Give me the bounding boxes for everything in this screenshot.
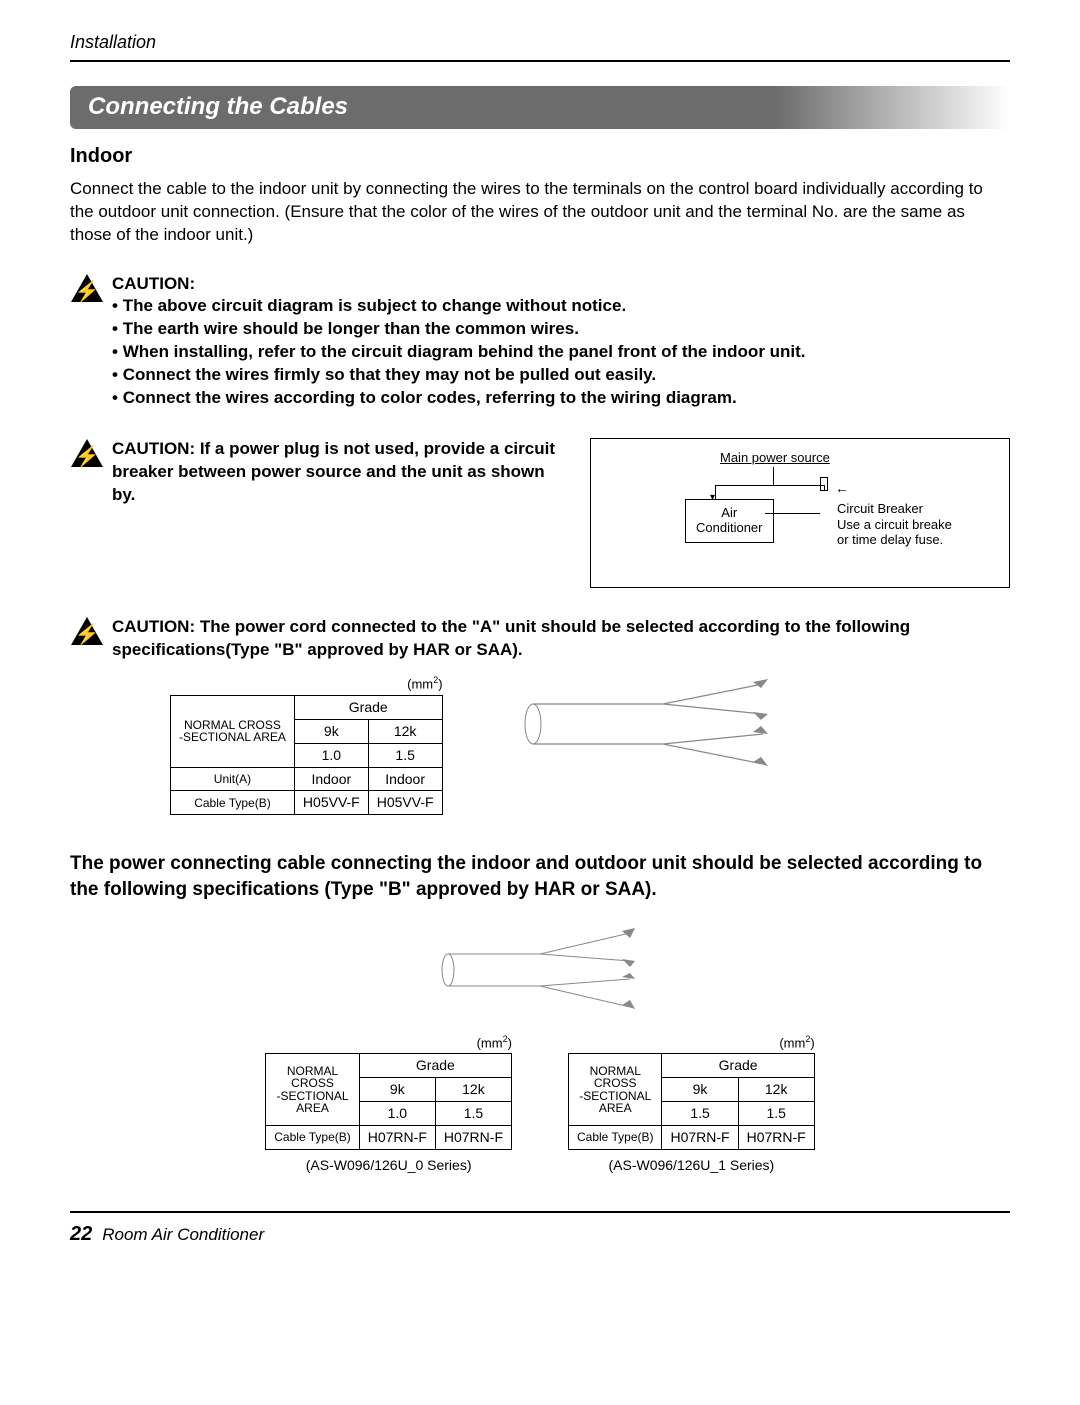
page-number: 22 <box>70 1221 92 1248</box>
t2-v1: 1.0 <box>359 1102 435 1126</box>
unit-mm2: (mm2) <box>265 1033 512 1052</box>
caution-block-1: ⚡ CAUTION: The above circuit diagram is … <box>70 273 1010 411</box>
diagram-ac-l1: Air <box>721 505 737 520</box>
t3-c1: 9k <box>662 1078 738 1102</box>
svg-text:⚡: ⚡ <box>75 444 100 468</box>
caution3-text: CAUTION: The power cord connected to the… <box>112 616 1010 662</box>
t2-cable-lbl: Cable Type(B) <box>266 1126 359 1150</box>
t1-rowlbl-l2: -SECTIONAL AREA <box>179 730 286 744</box>
caution2-text: CAUTION: If a power plug is not used, pr… <box>112 438 560 507</box>
caution-row-2: ⚡ CAUTION: If a power plug is not used, … <box>70 438 1010 588</box>
t1-cable-v1: H05VV-F <box>294 791 368 815</box>
table2-wrap: (mm2) NORMALCROSS-SECTIONALAREA Grade 9k… <box>265 1033 512 1175</box>
t3-rl4: AREA <box>599 1101 632 1115</box>
table3-wrap: (mm2) NORMALCROSS-SECTIONALAREA Grade 9k… <box>568 1033 815 1175</box>
diagram-ac-box: Air Conditioner <box>685 499 774 543</box>
t2-rl4: AREA <box>296 1101 329 1115</box>
warning-icon: ⚡ <box>70 438 104 468</box>
diagram-breaker-l2: Use a circuit breake <box>837 517 952 532</box>
svg-text:⚡: ⚡ <box>75 622 100 646</box>
t1-cable-v2: H05VV-F <box>368 791 442 815</box>
cable-illustration <box>523 674 783 774</box>
t3-cable-v1: H07RN-F <box>662 1126 738 1150</box>
t2-cable-v2: H07RN-F <box>435 1126 511 1150</box>
warning-icon: ⚡ <box>70 273 104 303</box>
diagram-main-power-label: Main power source <box>720 449 830 467</box>
indoor-paragraph: Connect the cable to the indoor unit by … <box>70 178 1010 247</box>
page-footer: 22 Room Air Conditioner <box>70 1211 1010 1248</box>
t3-v1: 1.5 <box>662 1102 738 1126</box>
t1-v1: 1.0 <box>294 743 368 767</box>
t3-grade: Grade <box>662 1054 814 1078</box>
spec-table-3: NORMALCROSS-SECTIONALAREA Grade 9k12k 1.… <box>568 1053 815 1150</box>
t2-grade: Grade <box>359 1054 511 1078</box>
caution1-item: When installing, refer to the circuit di… <box>112 341 806 364</box>
t1-c1: 9k <box>294 719 368 743</box>
caution1-item: Connect the wires firmly so that they ma… <box>112 364 806 387</box>
diagram-breaker-symbol <box>820 477 828 491</box>
svg-text:⚡: ⚡ <box>75 279 100 303</box>
caution1-item: The earth wire should be longer than the… <box>112 318 806 341</box>
circuit-diagram: Main power source ▾ Air Conditioner ← Ci… <box>590 438 1010 588</box>
table1-wrap: (mm2) NORMAL CROSS-SECTIONAL AREA Grade … <box>170 674 443 815</box>
diagram-breaker-l3: or time delay fuse. <box>837 532 943 547</box>
footer-title: Room Air Conditioner <box>102 1224 264 1247</box>
indoor-heading: Indoor <box>70 143 1010 170</box>
t3-c2: 12k <box>738 1078 814 1102</box>
spec-table-2: NORMALCROSS-SECTIONALAREA Grade 9k12k 1.… <box>265 1053 512 1150</box>
t2-c1: 9k <box>359 1078 435 1102</box>
warning-icon: ⚡ <box>70 616 104 646</box>
cable-illustration-bottom <box>440 925 640 1015</box>
unit-mm2: (mm2) <box>568 1033 815 1052</box>
t1-unit-lbl: Unit(A) <box>171 767 295 791</box>
spec-table-1: NORMAL CROSS-SECTIONAL AREA Grade 9k12k … <box>170 695 443 815</box>
series-label-0: (AS-W096/126U_0 Series) <box>265 1156 512 1175</box>
middle-bold-paragraph: The power connecting cable connecting th… <box>70 851 1010 902</box>
t1-unit-v2: Indoor <box>368 767 442 791</box>
page-banner: Connecting the Cables <box>70 86 1010 128</box>
t2-v2: 1.5 <box>435 1102 511 1126</box>
t3-cable-v2: H07RN-F <box>738 1126 814 1150</box>
caution1-item: Connect the wires according to color cod… <box>112 387 806 410</box>
arrow-left-icon: ← <box>835 481 849 495</box>
section-header: Installation <box>70 30 1010 62</box>
t1-v2: 1.5 <box>368 743 442 767</box>
t1-unit-v1: Indoor <box>294 767 368 791</box>
t1-cable-lbl: Cable Type(B) <box>171 791 295 815</box>
t2-cable-v1: H07RN-F <box>359 1126 435 1150</box>
t3-cable-lbl: Cable Type(B) <box>569 1126 662 1150</box>
t2-c2: 12k <box>435 1078 511 1102</box>
caution1-title: CAUTION: <box>112 273 806 296</box>
t1-grade: Grade <box>294 695 442 719</box>
caution-row-3: ⚡ CAUTION: The power cord connected to t… <box>70 616 1010 662</box>
caution1-item: The above circuit diagram is subject to … <box>112 295 806 318</box>
diagram-breaker-text: Circuit Breaker Use a circuit breake or … <box>837 501 987 548</box>
t1-c2: 12k <box>368 719 442 743</box>
diagram-ac-l2: Conditioner <box>696 520 763 535</box>
diagram-breaker-l1: Circuit Breaker <box>837 501 923 516</box>
caution1-list: The above circuit diagram is subject to … <box>112 295 806 410</box>
unit-mm2: (mm2) <box>170 674 443 693</box>
bottom-block: (mm2) NORMALCROSS-SECTIONALAREA Grade 9k… <box>70 925 1010 1175</box>
t3-v2: 1.5 <box>738 1102 814 1126</box>
series-label-1: (AS-W096/126U_1 Series) <box>568 1156 815 1175</box>
